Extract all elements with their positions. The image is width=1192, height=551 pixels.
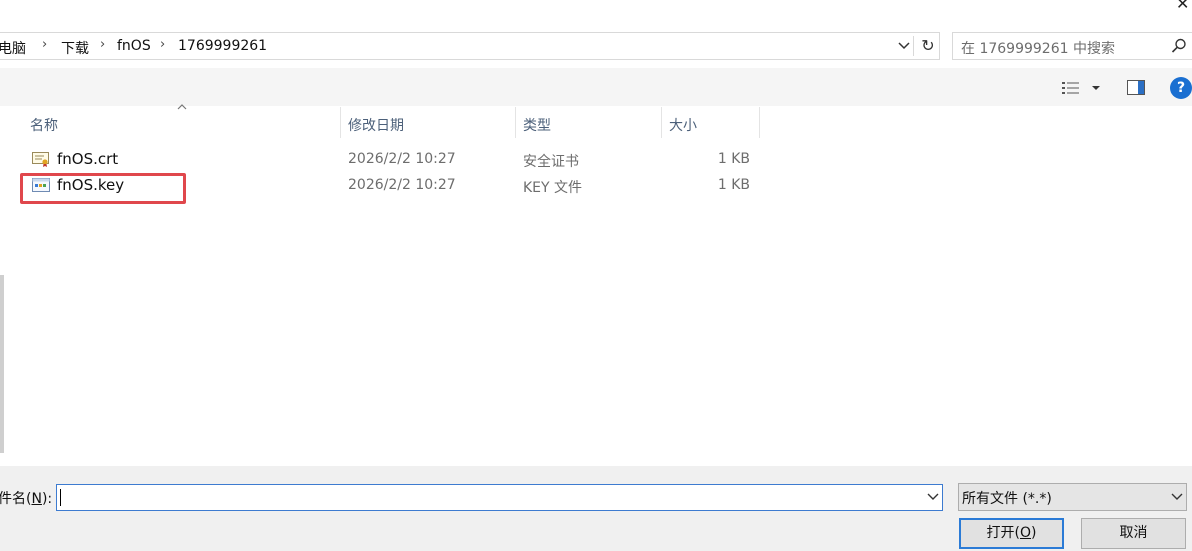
file-date: 2026/2/2 10:27 <box>348 177 456 193</box>
refresh-icon[interactable]: ↻ <box>917 36 939 58</box>
sort-ascending-icon <box>177 104 187 110</box>
filename-label-end: ): <box>41 491 53 507</box>
breadcrumb-separator-icon[interactable]: › <box>42 37 47 52</box>
column-header-date[interactable]: 修改日期 <box>348 115 404 135</box>
address-dropdown-icon[interactable] <box>896 38 912 54</box>
address-bar[interactable]: 此电脑 › 下载 › fnOS › 1769999261 <box>0 32 940 60</box>
search-placeholder[interactable]: 在 1769999261 中搜索 <box>961 38 1115 58</box>
preview-pane-icon[interactable] <box>1127 80 1145 95</box>
filename-label: 件名(N): <box>0 488 52 508</box>
breadcrumb-item-folder[interactable]: 1769999261 <box>178 38 267 54</box>
address-divider <box>913 36 914 56</box>
file-name[interactable]: fnOS.crt <box>57 150 118 168</box>
highlight-box <box>20 173 186 204</box>
column-divider[interactable] <box>661 107 662 138</box>
toolbar <box>0 68 1192 106</box>
breadcrumb-item-fnos[interactable]: fnOS <box>117 38 151 54</box>
open-label-text: 打开( <box>986 525 1020 541</box>
column-header-type[interactable]: 类型 <box>523 115 551 135</box>
breadcrumb-item-downloads[interactable]: 下载 <box>61 38 89 58</box>
file-type: KEY 文件 <box>523 180 583 196</box>
open-label-accesskey: O <box>1019 525 1032 541</box>
view-dropdown-icon[interactable] <box>1090 82 1102 94</box>
file-size: 1 KB <box>717 177 750 193</box>
help-icon[interactable]: ? <box>1170 77 1192 99</box>
close-icon[interactable]: ✕ <box>1176 0 1192 14</box>
filter-dropdown-icon[interactable] <box>1170 490 1184 504</box>
breadcrumb-separator-icon[interactable]: › <box>100 37 105 52</box>
column-divider[interactable] <box>759 107 760 138</box>
filename-label-text: 件名( <box>0 491 32 507</box>
open-button[interactable]: 打开(O) <box>959 518 1064 549</box>
cancel-button[interactable]: 取消 <box>1081 518 1186 549</box>
filename-input[interactable] <box>56 484 943 511</box>
file-type: 安全证书 <box>523 154 579 170</box>
file-size: 1 KB <box>717 151 750 167</box>
column-divider[interactable] <box>515 107 516 138</box>
column-header-name[interactable]: 名称 <box>30 115 58 135</box>
column-divider[interactable] <box>340 107 341 138</box>
certificate-icon <box>32 152 49 167</box>
filename-dropdown-icon[interactable] <box>926 490 940 504</box>
open-label-end: ) <box>1031 525 1037 541</box>
breadcrumb-separator-icon[interactable]: › <box>160 37 165 52</box>
breadcrumb-item-this-pc[interactable]: 此电脑 <box>0 38 26 58</box>
filename-label-accesskey: N <box>31 491 42 507</box>
file-row[interactable]: fnOS.crt 2026/2/2 10:27 安全证书 1 KB <box>28 148 760 172</box>
file-date: 2026/2/2 10:27 <box>348 151 456 167</box>
view-details-icon[interactable] <box>1061 80 1081 96</box>
search-icon[interactable] <box>1170 37 1188 55</box>
scrollbar[interactable] <box>0 275 4 453</box>
file-type-filter-value[interactable]: 所有文件 (*.*) <box>962 488 1052 508</box>
text-caret <box>60 489 61 506</box>
column-header-size[interactable]: 大小 <box>669 115 697 135</box>
